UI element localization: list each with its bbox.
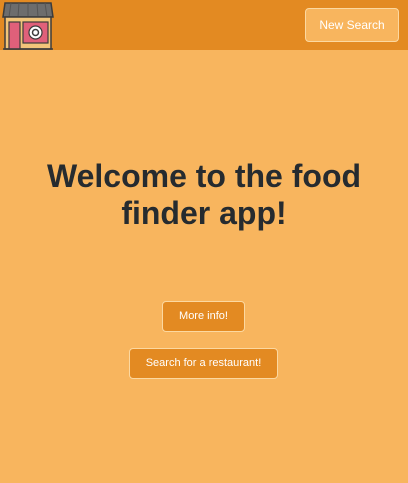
search-restaurant-button[interactable]: Search for a restaurant! [129,348,278,379]
new-search-button[interactable]: New Search [305,8,399,42]
more-info-button[interactable]: More info! [162,301,245,332]
page-title: Welcome to the food finder app! [46,158,362,231]
app-header: New Search [0,0,408,50]
storefront-icon[interactable] [2,1,54,51]
